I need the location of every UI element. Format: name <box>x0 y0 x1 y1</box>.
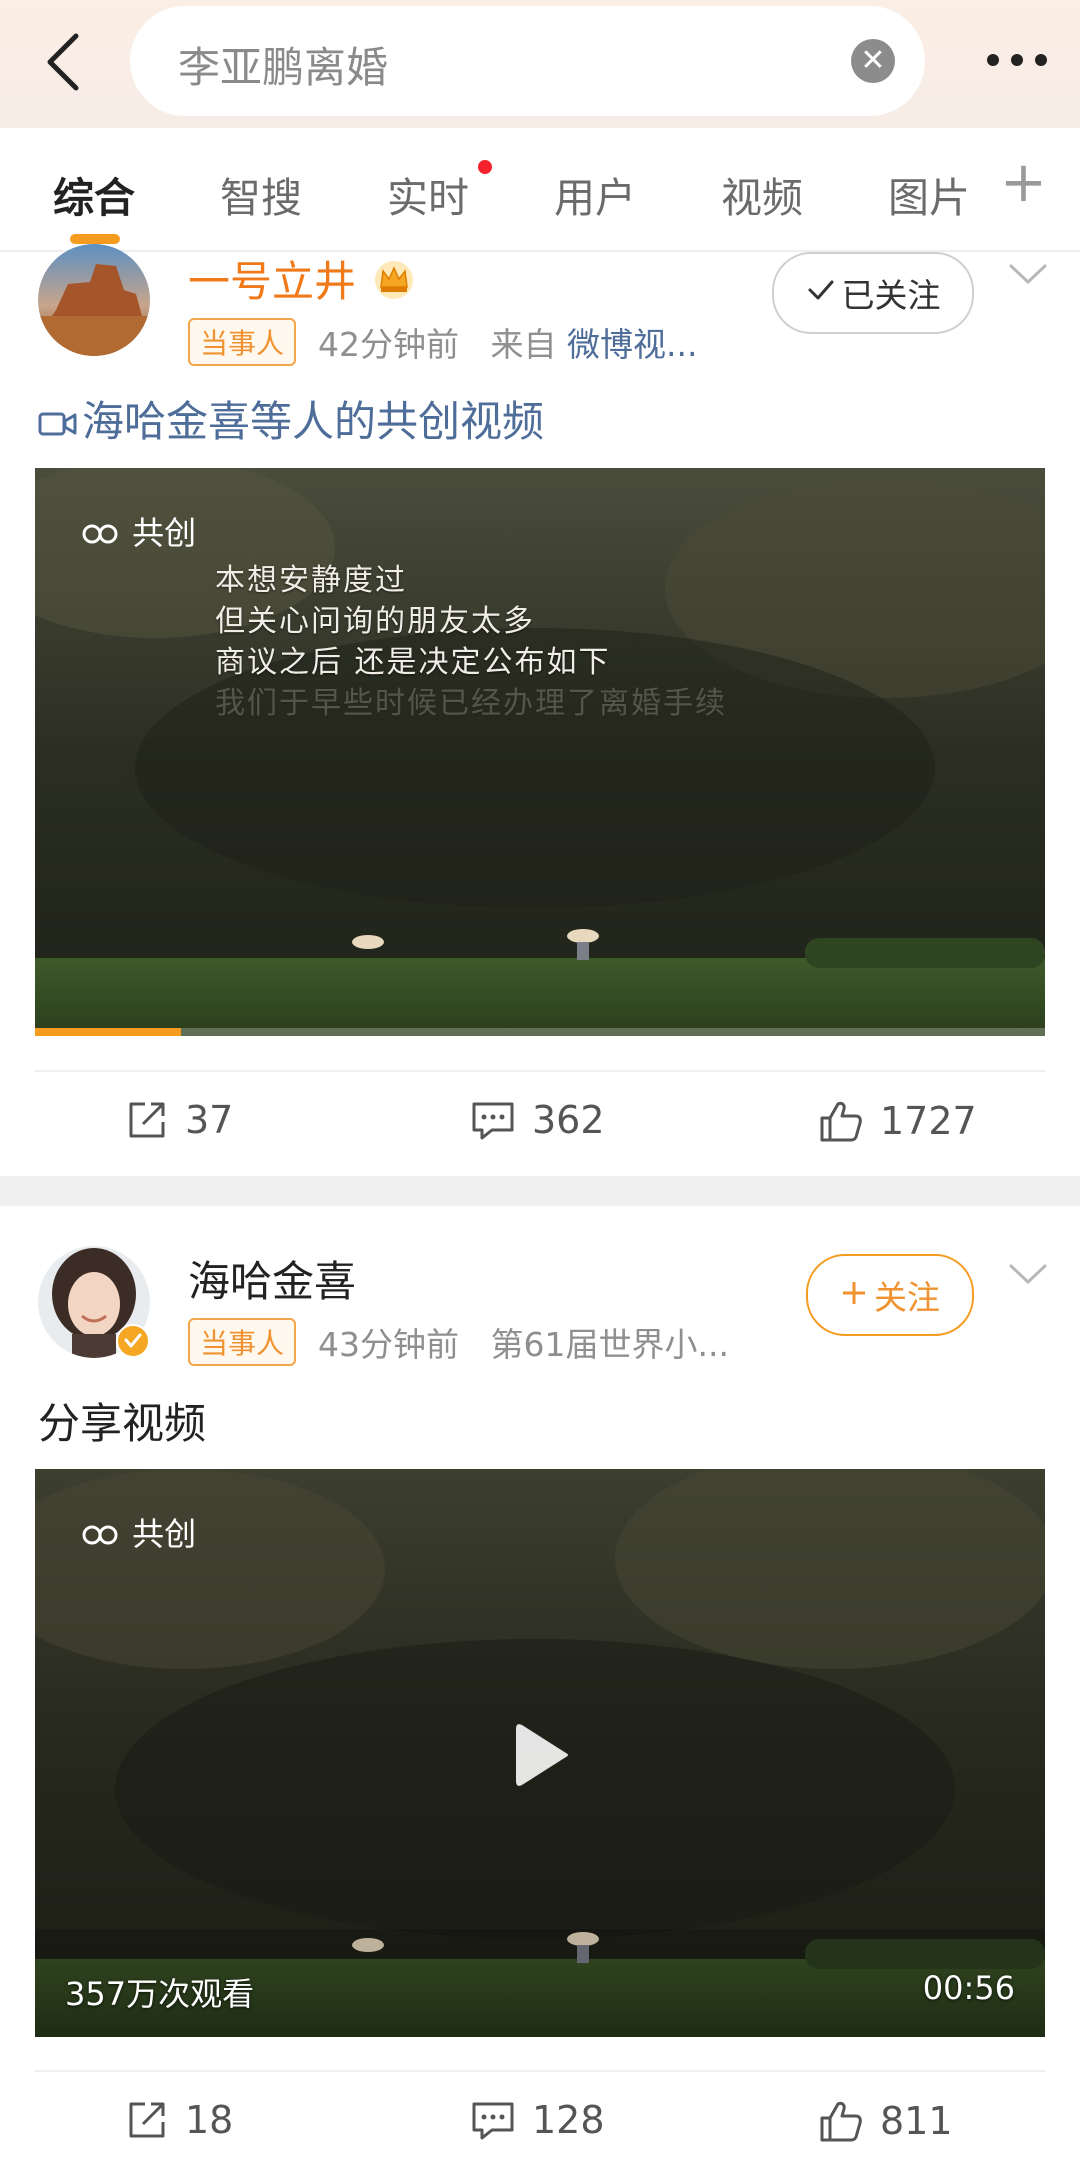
play-icon[interactable] <box>500 1715 580 1795</box>
add-tab-icon[interactable]: + <box>1000 150 1047 215</box>
like-button[interactable]: 811 <box>818 2098 953 2144</box>
repost-button[interactable]: 18 <box>125 2098 233 2142</box>
video-duration: 00:56 <box>922 1969 1015 2007</box>
post-actions: 18 128 811 <box>0 2074 1080 2174</box>
post-source: 第61届世界小... <box>490 1325 729 1364</box>
post-source-link[interactable]: 微博视... <box>567 325 697 364</box>
co-create-label: 共创 <box>132 1515 197 1553</box>
section-separator <box>0 1176 1080 1206</box>
tab-comprehensive[interactable]: 综合 <box>53 164 135 224</box>
clear-icon[interactable]: ✕ <box>851 39 895 83</box>
video-subtitle-line: 商议之后 还是决定公布如下 <box>215 645 611 680</box>
like-button[interactable]: 1727 <box>818 1098 977 1144</box>
chevron-down-icon[interactable] <box>1008 1262 1048 1288</box>
tab-videos[interactable]: 视频 <box>721 164 803 224</box>
view-count: 357万次观看 <box>65 1975 255 2013</box>
more-icon[interactable] <box>985 40 1049 80</box>
follow-button[interactable]: 关注 <box>806 1254 974 1336</box>
video-player[interactable]: 共创 357万次观看 00:56 <box>35 1469 1045 2037</box>
post-username[interactable]: 一号立井 <box>188 248 415 311</box>
co-create-icon <box>80 516 122 554</box>
following-button[interactable]: 已关注 <box>772 252 974 334</box>
verified-icon <box>116 1324 150 1358</box>
video-progress-fill <box>35 1028 182 1036</box>
top-bar: 李亚鹏离婚 ✕ <box>0 0 1080 128</box>
tab-realtime[interactable]: 实时 <box>387 164 469 224</box>
comment-button[interactable]: 362 <box>470 1098 605 1142</box>
plus-icon <box>840 1276 868 1315</box>
comment-count: 362 <box>532 1098 605 1142</box>
thumbs-up-icon <box>820 1101 862 1142</box>
post-source-prefix: 来自 <box>490 325 557 364</box>
active-tab-indicator <box>70 234 120 244</box>
video-progress-track[interactable] <box>35 1028 1045 1036</box>
back-arrow-icon[interactable] <box>40 30 90 94</box>
status-badge: 当事人 <box>188 318 297 366</box>
video-subtitle-line: 本想安静度过 <box>215 563 407 598</box>
comment-button[interactable]: 128 <box>470 2098 605 2142</box>
repost-button[interactable]: 37 <box>125 1098 233 1142</box>
tab-users[interactable]: 用户 <box>554 164 636 224</box>
post-meta: 42分钟前 来自 微博视... <box>318 318 697 366</box>
tab-smart-search[interactable]: 智搜 <box>220 164 302 224</box>
comment-icon <box>472 1102 514 1140</box>
co-create-badge: 共创 <box>80 508 196 554</box>
like-count: 1727 <box>880 1099 977 1143</box>
repost-icon <box>129 1102 165 1138</box>
chevron-down-icon[interactable] <box>1008 262 1048 288</box>
video-camera-icon <box>38 400 78 449</box>
co-create-icon <box>80 1517 122 1555</box>
post-time: 43分钟前 <box>318 1325 459 1364</box>
search-query-text: 李亚鹏离婚 <box>178 43 389 92</box>
post-text-link[interactable]: 海哈金喜等人的共创视频 <box>38 388 544 449</box>
like-count: 811 <box>880 2099 953 2143</box>
post-meta: 43分钟前 第61届世界小... <box>318 1318 729 1366</box>
video-subtitle-line: 但关心问询的朋友太多 <box>215 604 535 639</box>
comment-icon <box>472 2102 514 2140</box>
check-icon <box>806 274 836 313</box>
comment-count: 128 <box>532 2098 605 2142</box>
divider <box>35 1070 1045 1072</box>
post-actions: 37 362 1727 <box>0 1074 1080 1174</box>
repost-icon <box>129 2102 165 2138</box>
post-time: 42分钟前 <box>318 325 459 364</box>
co-create-badge: 共创 <box>80 1509 196 1555</box>
divider <box>35 2070 1045 2072</box>
tab-bar: 综合 智搜 实时 用户 视频 图片 + <box>0 128 1080 252</box>
status-badge: 当事人 <box>188 1318 297 1366</box>
post-username[interactable]: 海哈金喜 <box>188 1248 356 1309</box>
post-text: 海哈金喜等人的共创视频 <box>82 397 545 446</box>
video-player[interactable]: 共创 本想安静度过 但关心问询的朋友太多 商议之后 还是决定公布如下 我们于早些… <box>35 468 1045 1036</box>
notification-dot <box>478 160 492 174</box>
co-create-label: 共创 <box>132 514 197 552</box>
repost-count: 18 <box>185 2098 234 2142</box>
post-text: 分享视频 <box>38 1399 207 1448</box>
tab-images[interactable]: 图片 <box>888 164 970 224</box>
search-input[interactable]: 李亚鹏离婚 ✕ <box>130 6 925 116</box>
video-subtitle-line: 我们于早些时候已经办理了离婚手续 <box>215 686 727 721</box>
post-username-text: 一号立井 <box>188 257 357 306</box>
repost-count: 37 <box>185 1098 234 1142</box>
thumbs-up-icon <box>820 2101 862 2142</box>
crown-icon <box>373 259 415 311</box>
following-label: 已关注 <box>841 276 941 315</box>
avatar[interactable] <box>38 244 150 356</box>
follow-label: 关注 <box>874 1278 940 1317</box>
